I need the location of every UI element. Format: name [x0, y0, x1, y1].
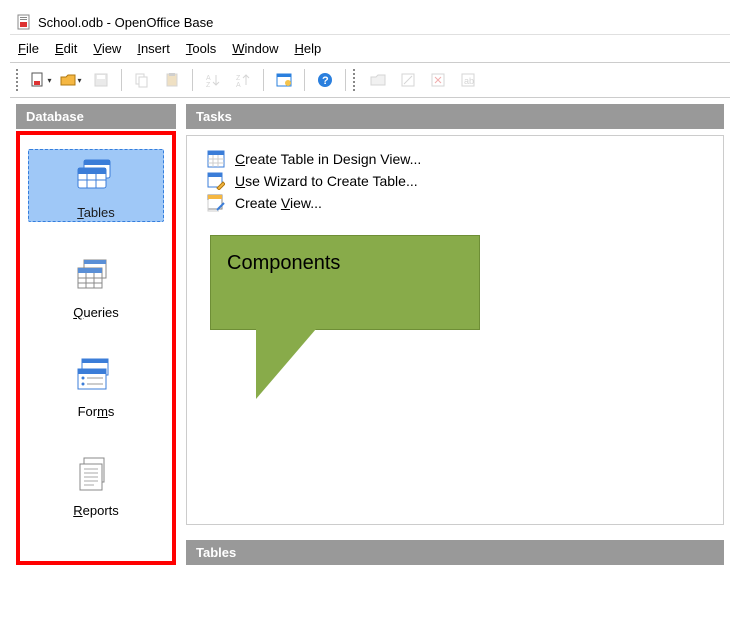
database-panel: Tables — [16, 131, 176, 565]
callout-text: Components — [227, 252, 340, 275]
delete-button[interactable] — [425, 67, 451, 93]
sidebar-item-tables[interactable]: Tables — [28, 149, 164, 222]
svg-text:ab: ab — [464, 76, 474, 86]
create-view-icon — [207, 194, 225, 212]
task-use-wizard[interactable]: Use Wizard to Create Table... — [207, 170, 703, 192]
svg-text:?: ? — [322, 75, 329, 87]
toolbar-separator — [345, 69, 346, 91]
callout-tail — [256, 329, 316, 399]
menu-insert[interactable]: Insert — [137, 41, 170, 56]
tables-section-header: Tables — [186, 540, 724, 565]
open-button[interactable]: ▾ — [58, 67, 84, 93]
menu-window[interactable]: Window — [232, 41, 278, 56]
folder-button[interactable] — [365, 67, 391, 93]
callout-box: Components — [210, 235, 480, 330]
reports-icon — [41, 448, 151, 500]
svg-text:Z: Z — [206, 82, 211, 88]
wizard-icon — [207, 172, 225, 190]
svg-text:A: A — [206, 75, 211, 82]
database-header: Database — [16, 104, 176, 129]
menu-help[interactable]: Help — [294, 41, 321, 56]
task-create-table-design[interactable]: Create Table in Design View... — [207, 148, 703, 170]
svg-text:Z: Z — [236, 75, 241, 82]
task-label: Create View... — [235, 195, 322, 211]
toolbar-separator — [304, 69, 305, 91]
tasks-header: Tasks — [186, 104, 724, 129]
sidebar-item-reports[interactable]: Reports — [28, 448, 164, 519]
task-label: Use Wizard to Create Table... — [235, 173, 418, 189]
menu-tools[interactable]: Tools — [186, 41, 216, 56]
new-button[interactable]: ▾ — [28, 67, 54, 93]
toolbar: ▾ ▾ AZ ZA ? — [10, 62, 730, 98]
task-label: Create Table in Design View... — [235, 151, 421, 167]
toolbar-grip — [353, 69, 357, 91]
toolbar-separator — [192, 69, 193, 91]
save-button[interactable] — [88, 67, 114, 93]
menu-edit[interactable]: Edit — [55, 41, 77, 56]
task-create-view[interactable]: Create View... — [207, 192, 703, 214]
copy-button[interactable] — [129, 67, 155, 93]
menubar: File Edit View Insert Tools Window Help — [10, 34, 730, 62]
sidebar-item-forms[interactable]: Forms — [28, 349, 164, 420]
reports-label: Reports — [69, 502, 123, 519]
queries-icon — [41, 250, 151, 302]
help-button[interactable]: ? — [312, 67, 338, 93]
rename-button[interactable]: ab — [455, 67, 481, 93]
titlebar: School.odb - OpenOffice Base — [10, 10, 730, 34]
sort-desc-button[interactable]: ZA — [230, 67, 256, 93]
sidebar: Database Tables — [16, 104, 176, 565]
queries-label: Queries — [69, 304, 123, 321]
tables-icon — [41, 150, 151, 202]
svg-text:A: A — [236, 82, 241, 88]
design-view-icon — [207, 150, 225, 168]
toolbar-separator — [263, 69, 264, 91]
form-button[interactable] — [271, 67, 297, 93]
sidebar-item-queries[interactable]: Queries — [28, 250, 164, 321]
sort-asc-button[interactable]: AZ — [200, 67, 226, 93]
callout-annotation: Components — [210, 235, 480, 365]
tables-label: Tables — [73, 204, 119, 221]
menu-file[interactable]: File — [18, 41, 39, 56]
edit-button[interactable] — [395, 67, 421, 93]
window-title: School.odb - OpenOffice Base — [38, 15, 213, 30]
paste-button[interactable] — [159, 67, 185, 93]
toolbar-separator — [121, 69, 122, 91]
toolbar-grip — [16, 69, 20, 91]
app-window: School.odb - OpenOffice Base File Edit V… — [10, 10, 730, 571]
forms-icon — [41, 349, 151, 401]
menu-view[interactable]: View — [93, 41, 121, 56]
document-icon — [16, 14, 32, 30]
forms-label: Forms — [74, 403, 119, 420]
